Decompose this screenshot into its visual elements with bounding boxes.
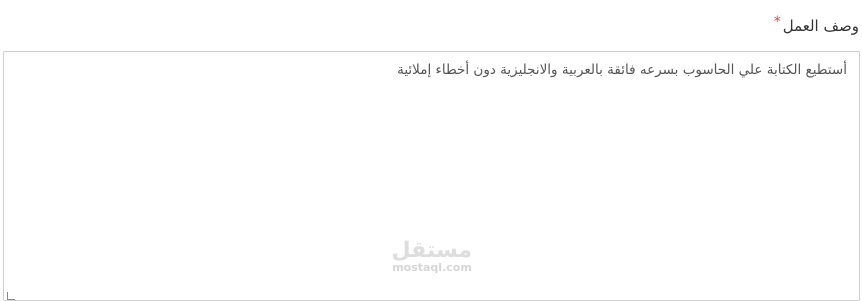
field-label-text: وصف العمل xyxy=(782,17,859,35)
resize-handle-icon[interactable] xyxy=(7,292,15,300)
required-asterisk: * xyxy=(773,14,781,30)
job-description-label: وصف العمل * xyxy=(774,14,859,38)
watermark-arabic-text: مستقل xyxy=(391,238,472,263)
watermark-latin-text: mostaql.com xyxy=(392,261,472,274)
mostaql-watermark: مستقل mostaql.com xyxy=(392,240,472,274)
textarea-value[interactable]: أستطيع الكتابة علي الحاسوب بسرعه فائقة ب… xyxy=(16,60,847,80)
